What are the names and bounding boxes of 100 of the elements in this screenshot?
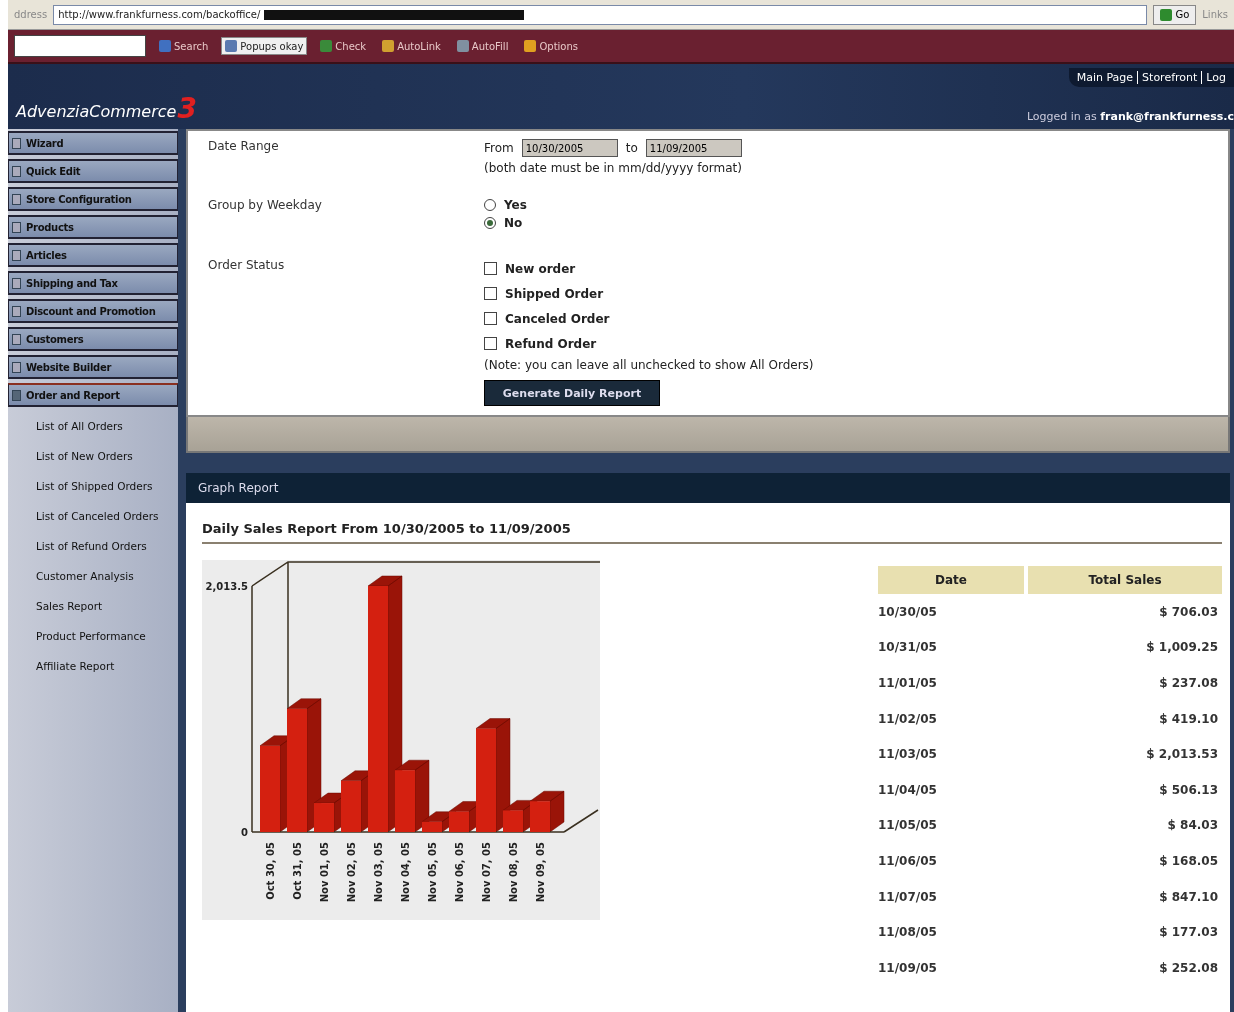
axis-label: Nov 06, 05 <box>454 842 465 903</box>
field-label: Date Range <box>208 138 280 155</box>
table-cell-text: 11/08/05 <box>878 924 938 942</box>
to-label: to <box>625 141 638 155</box>
option-label: New order <box>505 261 576 276</box>
table-cell-text: $ 252.08 <box>1158 959 1219 977</box>
option-label: Shipped Order <box>505 286 604 301</box>
sidebar-subitem[interactable]: List of Refund Orders <box>8 531 178 561</box>
toolbar-icon <box>524 40 537 52</box>
checkbox[interactable] <box>484 262 497 276</box>
sidebar-item[interactable]: Products <box>8 215 178 239</box>
option-label: Yes <box>504 197 527 212</box>
sidebar-item[interactable]: Articles <box>8 243 178 267</box>
chart-bar <box>503 810 523 832</box>
header-link[interactable]: Main Page <box>1076 71 1134 84</box>
option-label: Refund Order <box>505 336 597 351</box>
toolbar-button[interactable]: AutoFill <box>453 38 512 54</box>
chart-bar <box>341 780 361 832</box>
toolbar-button[interactable]: Popups okay <box>221 37 308 55</box>
checkbox[interactable] <box>484 287 497 301</box>
toolbar-button[interactable]: Search <box>156 38 212 54</box>
chart-bar <box>422 821 442 832</box>
sidebar-item[interactable]: Wizard <box>8 131 178 155</box>
logo: AdvenziaCommerce3 <box>16 97 197 121</box>
from-date-field[interactable]: 10/30/2005 <box>521 139 618 157</box>
generate-report-button[interactable]: Generate Daily Report <box>484 380 660 407</box>
sidebar-subitem[interactable]: List of All Orders <box>8 411 178 441</box>
sidebar-item[interactable]: Shipping and Tax <box>8 271 178 295</box>
toolbar-button[interactable]: AutoLink <box>379 38 444 54</box>
axis-label: 2,013.5 <box>205 581 248 593</box>
axis-label: Oct 31, 05 <box>292 842 303 900</box>
chart-bar <box>395 770 415 832</box>
table-cell-text: 10/30/05 <box>878 603 938 621</box>
sidebar-subitem[interactable]: Affiliate Report <box>8 651 178 681</box>
table-cell-text: 11/07/05 <box>878 888 938 906</box>
to-date-field[interactable]: 11/09/2005 <box>645 139 742 157</box>
table-cell-text: $ 1,009.25 <box>1145 639 1219 657</box>
toolbar-button[interactable]: Options <box>521 38 581 54</box>
table-cell-text: 11/02/05 <box>878 710 938 728</box>
checkbox[interactable] <box>484 312 497 326</box>
axis-label: Nov 09, 05 <box>535 842 546 903</box>
address-field[interactable]: http://www.frankfurness.com/backoffice/ <box>53 4 1148 25</box>
sidebar-subitem[interactable]: Sales Report <box>8 591 178 621</box>
sidebar-subitem[interactable]: Product Performance <box>8 621 178 651</box>
go-button[interactable]: Go <box>1153 4 1197 25</box>
from-label: From <box>484 141 514 155</box>
table-cell-text: 11/03/05 <box>878 746 938 764</box>
chart-bar <box>314 803 334 832</box>
toolbar-icon <box>225 40 238 52</box>
option-label: Canceled Order <box>505 311 610 326</box>
chart-bar <box>449 811 469 832</box>
checkbox[interactable] <box>484 337 497 351</box>
table-cell-text: 11/09/05 <box>878 959 938 977</box>
axis-label: Nov 05, 05 <box>427 842 438 903</box>
date-hint: (both date must be in mm/dd/yyyy format) <box>484 161 743 175</box>
column-header: Total Sales <box>1028 566 1222 594</box>
axis-label: 0 <box>241 827 248 838</box>
axis-label: Nov 08, 05 <box>508 842 519 903</box>
sidebar-item[interactable]: Customers <box>8 327 178 351</box>
table-cell-text: 10/31/05 <box>878 639 938 657</box>
toolbar-icon <box>456 40 469 52</box>
table-cell-text: $ 2,013.53 <box>1145 746 1219 764</box>
table-cell-text: $ 419.10 <box>1158 710 1219 728</box>
toolbar-icon <box>320 40 333 52</box>
toolbar-button[interactable]: Check <box>317 38 370 54</box>
logged-in-text: Logged in as frank@frankfurness.c <box>1026 110 1234 123</box>
column-header: Date <box>878 566 1024 594</box>
sidebar-item[interactable]: Discount and Promotion <box>8 299 178 323</box>
sidebar-item[interactable]: Website Builder <box>8 355 178 379</box>
axis-label: Nov 03, 05 <box>373 842 384 903</box>
sidebar-subitem[interactable]: List of Canceled Orders <box>8 501 178 531</box>
table-cell-text: $ 237.08 <box>1158 675 1219 692</box>
option-label: No <box>504 215 523 230</box>
table-cell-text: 11/06/05 <box>878 852 938 870</box>
table-cell-text: $ 84.03 <box>1166 817 1219 835</box>
sidebar-subitem[interactable]: List of Shipped Orders <box>8 471 178 501</box>
axis-label: Oct 30, 05 <box>265 842 276 900</box>
axis-label: Nov 07, 05 <box>481 842 492 903</box>
table-cell-text: 11/04/05 <box>878 781 938 799</box>
table-cell-text: 11/05/05 <box>878 817 938 835</box>
address-label: ddress <box>14 9 48 20</box>
header-link[interactable]: Storefront <box>1137 71 1198 84</box>
report-title: Daily Sales Report From 10/30/2005 to 11/09/2005 <box>202 521 1222 544</box>
table-cell-text: $ 847.10 <box>1158 888 1219 906</box>
field-label: Order Status <box>208 258 286 275</box>
chart-bar <box>530 801 550 832</box>
sidebar-subitem[interactable]: List of New Orders <box>8 441 178 471</box>
sidebar-item[interactable]: Order and Report <box>8 383 178 407</box>
toolbar-icon <box>382 40 395 52</box>
axis-label: Nov 04, 05 <box>400 842 411 903</box>
toolbar-search-field[interactable] <box>14 35 146 57</box>
axis-label: Nov 01, 05 <box>319 842 330 903</box>
table-cell-text: $ 506.13 <box>1158 781 1219 799</box>
header-link[interactable]: Log <box>1201 71 1226 84</box>
sidebar-item[interactable]: Store Configuration <box>8 187 178 211</box>
table-cell-text: $ 706.03 <box>1158 603 1219 621</box>
table-cell-text: $ 177.03 <box>1158 924 1219 942</box>
sidebar-subitem[interactable]: Customer Analysis <box>8 561 178 591</box>
sidebar-item[interactable]: Quick Edit <box>8 159 178 183</box>
note-text: (Note: you can leave all unchecked to show All Orders) <box>484 358 815 373</box>
